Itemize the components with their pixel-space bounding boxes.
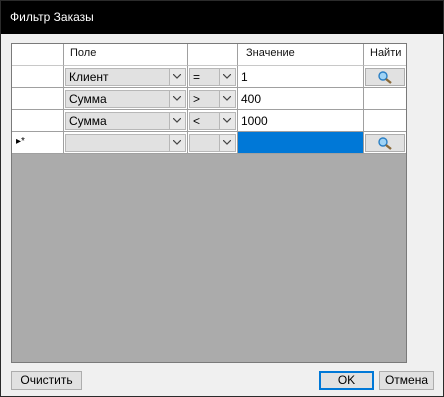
field-combo[interactable]: Сумма xyxy=(65,112,186,130)
field-cell[interactable]: Клиент xyxy=(64,66,188,88)
find-cell xyxy=(364,88,406,110)
chevron-down-icon[interactable] xyxy=(219,113,235,129)
table-row[interactable]: Сумма > 400 xyxy=(12,88,406,110)
magnifier-icon xyxy=(378,71,392,84)
field-combo[interactable] xyxy=(65,134,186,152)
field-cell[interactable] xyxy=(64,132,188,154)
find-cell xyxy=(364,66,406,88)
chevron-down-icon[interactable] xyxy=(169,91,185,107)
value-cell[interactable]: 400 xyxy=(238,88,364,110)
field-cell[interactable]: Сумма xyxy=(64,88,188,110)
table-row[interactable]: Клиент = 1 xyxy=(12,66,406,88)
value-cell-selected[interactable] xyxy=(238,132,364,154)
row-header[interactable] xyxy=(12,88,64,110)
value-cell[interactable]: 1 xyxy=(238,66,364,88)
operator-combo[interactable]: = xyxy=(189,68,236,86)
ok-button[interactable]: OK xyxy=(319,371,374,390)
window-title: Фильтр Заказы xyxy=(10,10,94,24)
magnifier-icon xyxy=(378,137,392,150)
operator-cell[interactable]: < xyxy=(188,110,238,132)
row-header[interactable] xyxy=(12,110,64,132)
row-header[interactable] xyxy=(12,66,64,88)
operator-cell[interactable]: > xyxy=(188,88,238,110)
chevron-down-icon[interactable] xyxy=(169,69,185,85)
field-combo[interactable]: Клиент xyxy=(65,68,186,86)
find-cell xyxy=(364,132,406,154)
clear-button[interactable]: Очистить xyxy=(11,371,82,390)
chevron-down-icon[interactable] xyxy=(219,135,235,151)
find-button[interactable] xyxy=(365,134,405,152)
column-header-field[interactable]: Поле xyxy=(64,44,188,66)
operator-cell[interactable]: = xyxy=(188,66,238,88)
row-header[interactable]: ▸* xyxy=(12,132,64,154)
row-header-corner xyxy=(12,44,64,66)
operator-combo[interactable] xyxy=(189,134,236,152)
operator-cell[interactable] xyxy=(188,132,238,154)
cancel-button[interactable]: Отмена xyxy=(379,371,434,390)
field-combo[interactable]: Сумма xyxy=(65,90,186,108)
value-cell[interactable]: 1000 xyxy=(238,110,364,132)
grid-header: Поле Значение Найти xyxy=(12,44,406,66)
title-bar: Фильтр Заказы xyxy=(1,1,443,34)
field-cell[interactable]: Сумма xyxy=(64,110,188,132)
column-header-operator[interactable] xyxy=(188,44,238,66)
chevron-down-icon[interactable] xyxy=(169,113,185,129)
operator-combo[interactable]: < xyxy=(189,112,236,130)
find-cell xyxy=(364,110,406,132)
new-row[interactable]: ▸* xyxy=(12,132,406,154)
chevron-down-icon[interactable] xyxy=(169,135,185,151)
operator-combo[interactable]: > xyxy=(189,90,236,108)
find-button[interactable] xyxy=(365,68,405,86)
column-header-value[interactable]: Значение xyxy=(238,44,364,66)
filter-dialog: Фильтр Заказы Поле Значение Найти Клиент xyxy=(0,0,444,397)
column-header-find[interactable]: Найти xyxy=(364,44,406,66)
filter-grid[interactable]: Поле Значение Найти Клиент = 1 Сумма > 4… xyxy=(11,43,407,363)
chevron-down-icon[interactable] xyxy=(219,69,235,85)
table-row[interactable]: Сумма < 1000 xyxy=(12,110,406,132)
new-row-marker-icon: ▸* xyxy=(16,136,25,147)
chevron-down-icon[interactable] xyxy=(219,91,235,107)
